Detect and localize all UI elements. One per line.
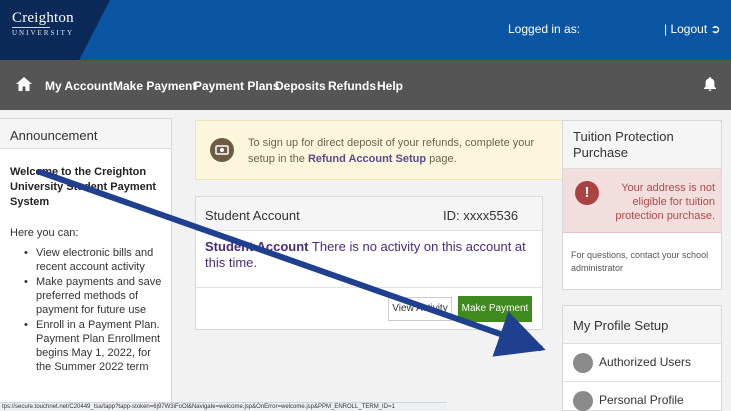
tuition-protection-panel: Tuition Protection Purchase ! Your addre… [562, 120, 722, 290]
message-bold: Student Account [205, 239, 309, 254]
announcement-panel: Announcement Welcome to the Creighton Un… [0, 118, 172, 411]
home-icon[interactable] [16, 77, 32, 91]
announcement-list: View electronic bills and recent account… [22, 246, 168, 375]
refund-notice: To sign up for direct deposit of your re… [195, 120, 570, 180]
notice-text-after: page. [426, 153, 457, 165]
refund-notice-text: To sign up for direct deposit of your re… [248, 135, 563, 167]
nav-refunds[interactable]: Refunds [328, 79, 376, 93]
nav-payment-plans[interactable]: Payment Plans [194, 79, 279, 93]
announcement-title: Welcome to the Creighton University Stud… [10, 166, 157, 208]
logo[interactable]: Creighton UNIVERSITY [0, 0, 110, 60]
users-icon [573, 353, 593, 373]
view-activity-button[interactable]: View Activity [388, 297, 452, 321]
tuition-heading: Tuition Protection Purchase [563, 121, 721, 169]
status-bar-url: tps://secure.touchnet.net/C20449_tsa/tap… [0, 402, 447, 411]
make-payment-button[interactable]: Make Payment [458, 296, 532, 322]
main-nav: My Account Make Payment Payment Plans De… [0, 60, 731, 110]
user-icon [573, 391, 593, 411]
nav-deposits[interactable]: Deposits [275, 79, 326, 93]
list-item: View electronic bills and recent account… [22, 246, 168, 274]
tuition-alert: ! Your address is not eligible for tuiti… [563, 169, 721, 233]
profile-setup-panel: My Profile Setup Authorized Users Person… [562, 305, 722, 411]
top-header: Creighton UNIVERSITY Logged in as: | Log… [0, 0, 731, 60]
announcement-heading: Announcement [0, 119, 171, 149]
list-item: Enroll in a Payment Plan. Payment Plan E… [22, 318, 168, 374]
nav-help[interactable]: Help [377, 79, 403, 93]
tuition-note: For questions, contact your school admin… [571, 250, 709, 273]
logo-name: Creighton [12, 10, 74, 26]
authorized-users-label: Authorized Users [599, 355, 692, 369]
logo-rule [12, 27, 50, 28]
personal-profile-label: Personal Profile [599, 393, 684, 407]
logged-in-label: Logged in as: [508, 22, 581, 36]
logout-icon: ➲ [710, 22, 721, 36]
announcement-lead: Here you can: [10, 227, 79, 239]
student-account-panel: Student Account ID: xxxx5536 Student Acc… [195, 196, 543, 330]
list-item: Make payments and save preferred methods… [22, 275, 168, 317]
student-account-id: ID: xxxx5536 [443, 208, 519, 223]
divider [196, 287, 542, 288]
logo-subtitle: UNIVERSITY [12, 29, 74, 37]
nav-make-payment[interactable]: Make Payment [113, 79, 196, 93]
refund-account-setup-link[interactable]: Refund Account Setup [308, 153, 426, 165]
profile-heading: My Profile Setup [563, 306, 721, 344]
logout-link[interactable]: | Logout ➲ [664, 22, 721, 36]
student-account-title: Student Account [205, 208, 300, 223]
logout-label: | Logout [664, 22, 708, 36]
tuition-alert-text: Your address is not eligible for tuition… [615, 182, 715, 222]
student-account-message: Student Account There is no activity on … [205, 239, 530, 271]
nav-my-account[interactable]: My Account [45, 79, 113, 93]
authorized-users-link[interactable]: Authorized Users [563, 344, 721, 382]
student-account-header: Student Account ID: xxxx5536 [196, 197, 542, 231]
personal-profile-link[interactable]: Personal Profile [563, 382, 721, 411]
money-icon [210, 138, 234, 162]
bell-icon[interactable] [704, 77, 716, 91]
warning-icon: ! [575, 181, 599, 205]
